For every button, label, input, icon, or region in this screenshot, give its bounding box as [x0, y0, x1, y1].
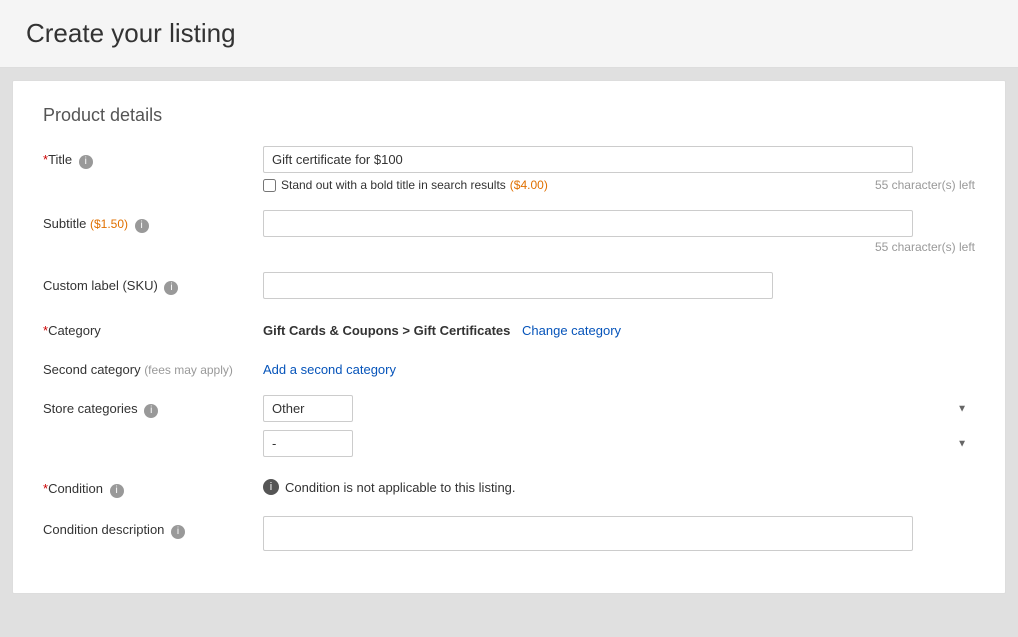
title-input[interactable]	[263, 146, 913, 173]
condition-desc-input[interactable]	[263, 516, 913, 551]
custom-label-input[interactable]	[263, 272, 773, 299]
page-header: Create your listing	[0, 0, 1018, 68]
custom-label-info-icon[interactable]: i	[164, 281, 178, 295]
condition-desc-field	[263, 516, 975, 551]
condition-info-icon[interactable]: i	[110, 484, 124, 498]
title-required-star: *	[43, 152, 48, 167]
subtitle-row: Subtitle ($1.50) i 55 character(s) left	[43, 210, 975, 254]
store-cat-select2-wrapper: - Option 2 ▼	[263, 430, 975, 457]
store-categories-info-icon[interactable]: i	[144, 404, 158, 418]
subtitle-char-count: 55 character(s) left	[263, 240, 975, 254]
category-value: Gift Cards & Coupons > Gift Certificates	[263, 323, 510, 338]
add-second-category-link[interactable]: Add a second category	[263, 356, 396, 377]
subtitle-field: 55 character(s) left	[263, 210, 975, 254]
bold-title-row: Stand out with a bold title in search re…	[263, 178, 975, 192]
second-category-row: Second category (fees may apply) Add a s…	[43, 356, 975, 377]
title-field: Stand out with a bold title in search re…	[263, 146, 975, 192]
change-category-link[interactable]: Change category	[522, 323, 621, 338]
subtitle-info-icon[interactable]: i	[135, 219, 149, 233]
bold-title-label: Stand out with a bold title in search re…	[281, 178, 506, 192]
subtitle-label: Subtitle ($1.50) i	[43, 210, 263, 233]
store-cat-select1-wrapper: Other Option 2 ▼	[263, 395, 975, 422]
store-cat-selects: Other Option 2 ▼ - Option 2 ▼	[263, 395, 975, 457]
title-label: *Title i	[43, 146, 263, 169]
bold-title-cost: ($4.00)	[510, 178, 548, 192]
store-cat-select1-arrow: ▼	[957, 403, 967, 414]
custom-label-row: Custom label (SKU) i	[43, 272, 975, 299]
second-category-note: (fees may apply)	[144, 363, 233, 377]
condition-required-star: *	[43, 481, 48, 496]
condition-note: Condition is not applicable to this list…	[285, 480, 516, 495]
condition-row: *Condition i i Condition is not applicab…	[43, 475, 975, 498]
store-categories-field: Other Option 2 ▼ - Option 2 ▼	[263, 395, 975, 457]
category-field: Gift Cards & Coupons > Gift Certificates…	[263, 317, 975, 338]
page-title: Create your listing	[26, 18, 992, 49]
condition-desc-label: Condition description i	[43, 516, 263, 539]
subtitle-cost: ($1.50)	[90, 217, 128, 231]
category-row: *Category Gift Cards & Coupons > Gift Ce…	[43, 317, 975, 338]
store-cat-select2-arrow: ▼	[957, 438, 967, 449]
custom-label-field	[263, 272, 975, 299]
condition-desc-row: Condition description i	[43, 516, 975, 551]
condition-field: i Condition is not applicable to this li…	[263, 475, 975, 495]
store-categories-label: Store categories i	[43, 395, 263, 418]
store-cat-select1[interactable]: Other Option 2	[263, 395, 353, 422]
condition-label: *Condition i	[43, 475, 263, 498]
title-row: *Title i Stand out with a bold title in …	[43, 146, 975, 192]
bold-title-checkbox[interactable]	[263, 179, 276, 192]
second-category-label: Second category (fees may apply)	[43, 356, 263, 377]
condition-info-blue-icon: i	[263, 479, 279, 495]
store-cat-select2[interactable]: - Option 2	[263, 430, 353, 457]
condition-desc-info-icon[interactable]: i	[171, 525, 185, 539]
store-categories-row: Store categories i Other Option 2 ▼ - Op…	[43, 395, 975, 457]
subtitle-input[interactable]	[263, 210, 913, 237]
section-title: Product details	[43, 105, 975, 126]
category-label: *Category	[43, 317, 263, 338]
bold-title-char-count: 55 character(s) left	[875, 178, 975, 192]
title-info-icon[interactable]: i	[79, 155, 93, 169]
custom-label-label: Custom label (SKU) i	[43, 272, 263, 295]
second-category-field: Add a second category	[263, 356, 975, 377]
category-required-star: *	[43, 323, 48, 338]
main-content: Product details *Title i Stand out with …	[12, 80, 1006, 594]
